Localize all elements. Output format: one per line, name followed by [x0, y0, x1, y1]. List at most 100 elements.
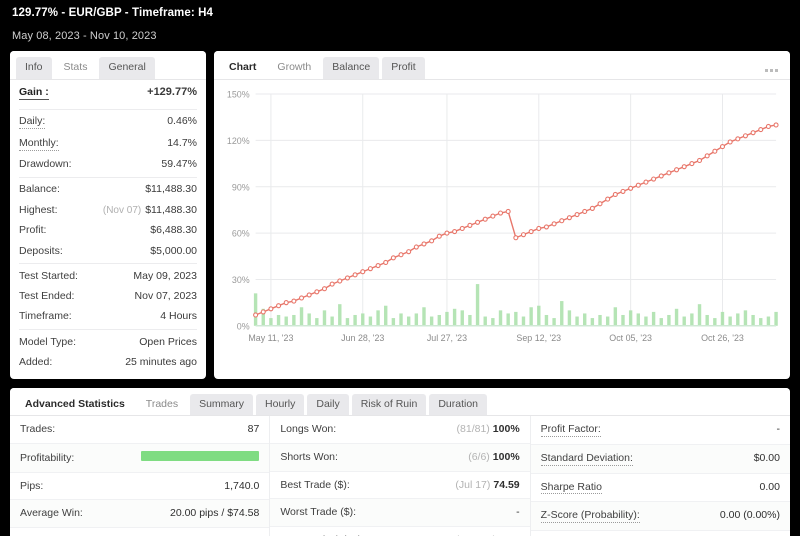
info-panel: Info Stats General Gain : +129.77% Daily: 0.4… — [10, 51, 206, 379]
info-row-value: 59.47% — [161, 157, 197, 170]
info-row: Profit: $6,488.30 — [19, 221, 197, 241]
info-row-value: (Nov 07) $11,488.30 — [102, 203, 197, 216]
statistics-row: Z-Score (Probability): 0.00 (0.00%) — [530, 501, 790, 530]
statistics-row: Standard Deviation: $0.00 — [530, 443, 790, 473]
svg-text:90%: 90% — [232, 182, 250, 192]
info-row-value: Open Prices — [139, 335, 197, 348]
statistics-row-value: - — [516, 506, 520, 519]
statistics-row-value: (81/81) 100% — [457, 423, 520, 436]
growth-chart-svg: 0% 30% 60% 90% 120% 150% May 11, '23 Jun 28, '2… — [227, 89, 779, 342]
statistics-panel: Advanced Statistics Trades Summary Hourly Da… — [10, 387, 790, 536]
profitability-bar-wrap — [74, 450, 260, 461]
info-row: Timeframe: 4 Hours — [19, 307, 197, 327]
statistics-row-number: - — [516, 506, 520, 519]
svg-text:0%: 0% — [237, 321, 250, 331]
tab-profit[interactable]: Profit — [382, 57, 425, 79]
info-row-value: $5,000.00 — [150, 244, 197, 257]
svg-text:30%: 30% — [232, 274, 250, 284]
date-range: May 08, 2023 - Nov 10, 2023 — [12, 30, 157, 42]
tab-general[interactable]: General — [99, 57, 155, 79]
chart-panel: Chart Growth Balance Profit 0% 30% 60% 90% 120%… — [214, 51, 790, 379]
tab-summary[interactable]: Summary — [190, 393, 254, 416]
tab-info[interactable]: Info — [16, 57, 52, 79]
svg-text:Sep 12, '23: Sep 12, '23 — [516, 332, 561, 342]
more-options-icon[interactable] — [765, 68, 784, 79]
statistics-row-prefix: (6/6) — [468, 450, 490, 463]
info-row-label: Drawdown: — [19, 157, 72, 170]
statistics-row-prefix: (81/81) — [456, 423, 490, 436]
statistics-row-label: Trades: — [20, 423, 56, 436]
tab-trades[interactable]: Trades — [136, 393, 188, 416]
statistics-grid: Trades: 87 Profitability: Pips: 1,740.0 Avera… — [10, 416, 790, 536]
statistics-column: Longs Won: (81/81) 100% Shorts Won: (6/6) 100… — [269, 416, 530, 536]
info-row-label: Added: — [19, 356, 53, 369]
statistics-row-label: Sharpe Ratio — [540, 480, 602, 495]
bottom-region: Advanced Statistics Trades Summary Hourly Da… — [6, 387, 794, 536]
tab-growth[interactable]: Growth — [268, 57, 321, 79]
statistics-row: Expectancy20.0 Pips / $74.58 — [530, 529, 790, 536]
statistics-row-value: 0.00 — [760, 481, 780, 494]
tab-advanced-statistics[interactable]: Advanced Statistics — [16, 394, 134, 416]
statistics-row-value: 0.00 (0.00%) — [720, 509, 780, 522]
info-row-value: 0.46% — [167, 115, 197, 128]
tab-hourly[interactable]: Hourly — [256, 393, 305, 416]
row-divider — [19, 329, 197, 331]
row-divider — [19, 176, 197, 178]
statistics-row: Best Trade ($): (Jul 17) 74.59 — [270, 470, 530, 499]
row-divider — [19, 263, 197, 265]
svg-text:150%: 150% — [227, 89, 250, 99]
statistics-row: Profitability: — [10, 442, 270, 472]
statistics-column: Profit Factor: - Standard Deviation: $0.00 S… — [529, 416, 790, 536]
tab-risk-of-ruin[interactable]: Risk of Ruin — [351, 393, 427, 416]
statistics-row-number: - — [776, 423, 780, 436]
statistics-row-number: 0.00 — [759, 480, 780, 493]
statistics-row: Average Loss:0.00 pips / $0.00 — [10, 526, 270, 536]
tab-chart[interactable]: Chart — [220, 57, 265, 79]
info-row-value: 25 minutes ago — [125, 356, 197, 369]
svg-text:Oct 05, '23: Oct 05, '23 — [609, 332, 652, 342]
tab-daily[interactable]: Daily — [307, 393, 349, 416]
statistics-row-label: Profitability: — [20, 451, 75, 464]
statistics-row: Best Trade (Pips):(May 11)20.0 — [270, 525, 530, 536]
svg-text:Jul 27, '23: Jul 27, '23 — [427, 332, 467, 342]
info-panel-tabs: Info Stats General — [10, 51, 206, 79]
statistics-row-label: Worst Trade ($): — [280, 506, 356, 519]
statistics-row-label: Z-Score (Probability): — [540, 509, 640, 523]
info-row-label: Profit: — [19, 224, 47, 237]
tab-duration[interactable]: Duration — [429, 393, 488, 416]
statistics-column: Trades: 87 Profitability: Pips: 1,740.0 Avera… — [10, 416, 270, 536]
info-row: Daily: 0.46% — [19, 112, 197, 133]
statistics-row: Average Win: 20.00 pips / $74.58 — [10, 499, 270, 527]
statistics-tabs: Advanced Statistics Trades Summary Hourly Da… — [10, 387, 790, 416]
statistics-row-value: (6/6) 100% — [468, 451, 519, 464]
statistics-row: Trades: 87 — [10, 416, 269, 443]
statistics-row-label: Average Win: — [20, 507, 83, 520]
statistics-row-number: 74.59 — [493, 478, 520, 491]
tab-stats[interactable]: Stats — [54, 57, 97, 79]
statistics-row: Worst Trade ($): - — [270, 498, 530, 526]
trading-report-page: 129.77% - EUR/GBP - Timeframe: H4 May 08… — [0, 0, 800, 536]
info-row: Test Started: May 09, 2023 — [19, 266, 197, 286]
gain-value: +129.77% — [147, 85, 197, 98]
statistics-row-value: - — [776, 423, 780, 436]
info-row-label: Deposits: — [19, 244, 63, 257]
chart-panel-tabs: Chart Growth Balance Profit — [214, 51, 790, 79]
statistics-row-number: 0.00 (0.00%) — [719, 509, 780, 522]
statistics-row: Shorts Won: (6/6) 100% — [270, 442, 530, 471]
row-divider — [19, 108, 197, 110]
info-row: Test Ended: Nov 07, 2023 — [19, 287, 197, 307]
gain-label: Gain : — [19, 86, 49, 100]
statistics-row-label: Pips: — [20, 479, 44, 492]
info-row-value: 14.7% — [167, 136, 197, 149]
tab-balance[interactable]: Balance — [323, 57, 380, 79]
growth-chart[interactable]: 0% 30% 60% 90% 120% 150% May 11, '23 Jun 28, '2… — [214, 80, 790, 352]
page-title: 129.77% - EUR/GBP - Timeframe: H4 — [12, 7, 214, 19]
info-row-value: Nov 07, 2023 — [134, 290, 197, 303]
profitability-bar — [141, 450, 260, 461]
statistics-row-number: 100% — [492, 450, 520, 463]
statistics-row-number: 87 — [247, 423, 260, 436]
info-row-note: (Nov 07) — [102, 204, 142, 216]
info-row: Monthly: 14.7% — [19, 133, 197, 154]
svg-text:May 11, '23: May 11, '23 — [248, 332, 293, 342]
svg-text:120%: 120% — [227, 135, 250, 145]
